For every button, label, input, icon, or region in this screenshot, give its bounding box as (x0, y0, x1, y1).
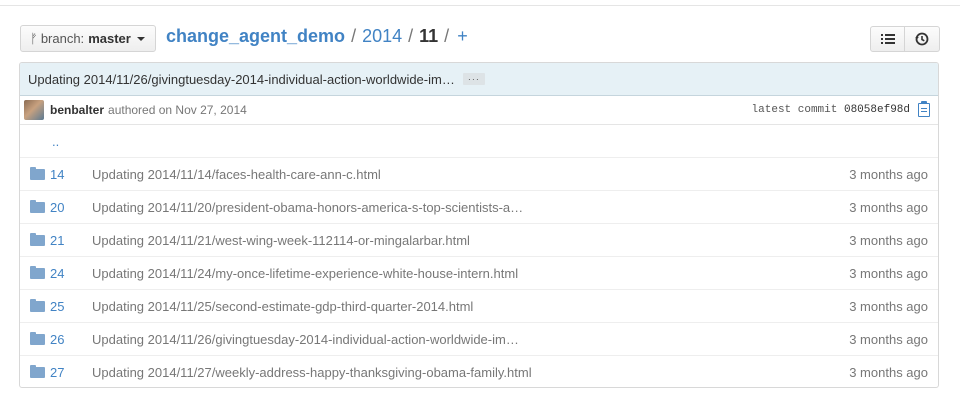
commit-message-link[interactable]: Updating 2014/11/24/my-once-lifetime-exp… (92, 266, 518, 281)
breadcrumb-current: 11 (419, 26, 439, 46)
breadcrumb-separator: / (351, 26, 357, 46)
folder-icon (30, 299, 45, 312)
table-row: 26 Updating 2014/11/26/givingtuesday-201… (20, 323, 938, 356)
chevron-down-icon (136, 36, 145, 41)
list-icon (880, 34, 895, 44)
commit-message-link[interactable]: Updating 2014/11/21/west-wing-week-11211… (92, 233, 470, 248)
folder-link[interactable]: 20 (50, 200, 64, 215)
breadcrumb-separator: / (444, 26, 450, 46)
age-label: 3 months ago (849, 331, 928, 347)
branch-prefix: branch: (40, 31, 85, 46)
commit-author[interactable]: benbalter (50, 103, 104, 117)
history-icon (915, 32, 929, 46)
table-row: 27 Updating 2014/11/27/weekly-address-ha… (20, 356, 938, 387)
age-label: 3 months ago (849, 232, 928, 248)
table-row: 14 Updating 2014/11/14/faces-health-care… (20, 158, 938, 191)
parent-directory-link[interactable]: .. (52, 134, 59, 149)
avatar[interactable] (24, 100, 44, 120)
commit-message-link[interactable]: Updating 2014/11/20/president-obama-hono… (92, 200, 523, 215)
branch-selector-button[interactable]: ᚠ branch: master (20, 25, 156, 52)
folder-icon (30, 332, 45, 345)
age-label: 3 months ago (849, 298, 928, 314)
commit-message-link[interactable]: Updating 2014/11/14/faces-health-care-an… (92, 167, 381, 182)
folder-link[interactable]: 27 (50, 365, 64, 380)
folder-icon (30, 365, 45, 378)
latest-commit-label: latest commit (751, 104, 838, 116)
table-row: 21 Updating 2014/11/21/west-wing-week-11… (20, 224, 938, 257)
expand-commit-button[interactable]: ··· (462, 73, 485, 85)
commit-message[interactable]: Updating 2014/11/26/givingtuesday-2014-i… (28, 72, 455, 87)
folder-link[interactable]: 24 (50, 266, 64, 281)
view-toolbar (870, 26, 940, 52)
commit-message-link[interactable]: Updating 2014/11/26/givingtuesday-2014-i… (92, 332, 519, 347)
folder-icon (30, 266, 45, 279)
clipboard-icon[interactable] (918, 101, 930, 117)
commit-message-link[interactable]: Updating 2014/11/27/weekly-address-happy… (92, 365, 532, 380)
commit-date: authored on Nov 27, 2014 (108, 103, 247, 117)
table-row: 25 Updating 2014/11/25/second-estimate-g… (20, 290, 938, 323)
commit-message-link[interactable]: Updating 2014/11/25/second-estimate-gdp-… (92, 299, 473, 314)
folder-icon (30, 200, 45, 213)
commit-title-bar: Updating 2014/11/26/givingtuesday-2014-i… (20, 63, 938, 96)
folder-icon (30, 233, 45, 246)
age-label: 3 months ago (849, 199, 928, 215)
age-label: 3 months ago (849, 166, 928, 182)
top-divider (0, 5, 960, 6)
branch-icon: ᚠ (30, 31, 38, 46)
new-file-button[interactable]: + (457, 26, 468, 47)
breadcrumb-separator: / (408, 26, 414, 46)
age-label: 3 months ago (849, 365, 928, 380)
commit-meta-bar: benbalter authored on Nov 27, 2014 lates… (20, 96, 938, 125)
folder-link[interactable]: 26 (50, 332, 64, 347)
age-label: 3 months ago (849, 265, 928, 281)
commit-sha-link[interactable]: 08058ef98d (844, 104, 910, 116)
breadcrumb-year-link[interactable]: 2014 (362, 26, 402, 47)
branch-name: master (88, 31, 131, 46)
folder-link[interactable]: 25 (50, 299, 64, 314)
folder-link[interactable]: 14 (50, 167, 64, 182)
list-view-button[interactable] (870, 26, 905, 52)
latest-commit: latest commit 08058ef98d (752, 104, 910, 116)
folder-link[interactable]: 21 (50, 233, 64, 248)
folder-icon (30, 167, 45, 180)
breadcrumb: change_agent_demo / 2014 / 11 / + (166, 26, 468, 47)
breadcrumb-repo-link[interactable]: change_agent_demo (166, 26, 345, 47)
table-row: 24 Updating 2014/11/24/my-once-lifetime-… (20, 257, 938, 290)
parent-directory-row: .. (20, 125, 938, 158)
table-row: 20 Updating 2014/11/20/president-obama-h… (20, 191, 938, 224)
history-button[interactable] (905, 26, 940, 52)
file-table: Updating 2014/11/26/givingtuesday-2014-i… (19, 62, 939, 388)
